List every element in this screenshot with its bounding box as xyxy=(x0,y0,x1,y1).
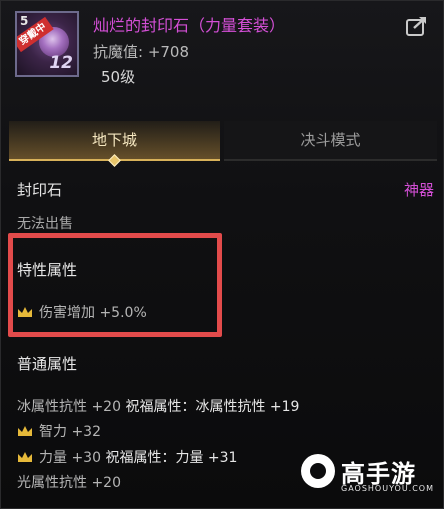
watermark-domain: GAOSHOUYOU.COM xyxy=(341,484,435,493)
normal-attribute-text: 力量 +30 xyxy=(39,450,101,466)
mode-tabs: 地下城 决斗模式 xyxy=(9,121,437,167)
watermark-logo-icon xyxy=(301,454,335,488)
normal-attribute-text: 冰属性抗性 +20 xyxy=(17,399,121,415)
item-level-badge: 5 xyxy=(20,14,29,28)
blessing-attribute-text: 祝福属性：力量 +31 xyxy=(105,450,238,466)
item-grade: 神器 xyxy=(403,181,434,199)
sell-status: 无法出售 xyxy=(17,216,73,232)
item-type: 封印石 xyxy=(17,181,63,199)
site-watermark: 高手游 GAOSHOUYOU.COM xyxy=(301,454,433,496)
normal-attribute-row: 冰属性抗性 +20 祝福属性：冰属性抗性 +19 xyxy=(17,396,299,416)
normal-attribute-text: 光属性抗性 +20 xyxy=(17,475,121,491)
item-icon: 5 穿戴中 12 xyxy=(15,11,79,77)
required-level: 50级 xyxy=(101,68,136,86)
crown-icon xyxy=(18,452,32,462)
normal-attribute-row: 力量 +30 祝福属性：力量 +31 xyxy=(17,447,237,467)
normal-attribute-row: 光属性抗性 +20 xyxy=(17,472,121,492)
crown-icon xyxy=(18,307,32,317)
crown-icon xyxy=(18,426,32,436)
special-attributes-title: 特性属性 xyxy=(17,261,78,279)
normal-attribute-text: 智力 +32 xyxy=(39,424,101,440)
blessing-attribute-text: 祝福属性：冰属性抗性 +19 xyxy=(125,399,300,415)
tab-duel-mode[interactable]: 决斗模式 xyxy=(224,121,437,161)
item-icon-number: 12 xyxy=(49,53,73,73)
item-tooltip-panel: 5 穿戴中 12 灿烂的封印石（力量套装） 抗魔值: +708 50级 地下城 … xyxy=(0,0,444,509)
anti-magic-value: 抗魔值: +708 xyxy=(93,43,190,61)
special-attribute-row: 伤害增加 +5.0% xyxy=(17,302,147,322)
share-icon[interactable] xyxy=(405,15,429,37)
special-attribute-text: 伤害增加 +5.0% xyxy=(39,305,147,321)
normal-attributes-title: 普通属性 xyxy=(17,355,78,373)
normal-attribute-row: 智力 +32 xyxy=(17,421,101,441)
item-name: 灿烂的封印石（力量套装） xyxy=(93,16,286,35)
